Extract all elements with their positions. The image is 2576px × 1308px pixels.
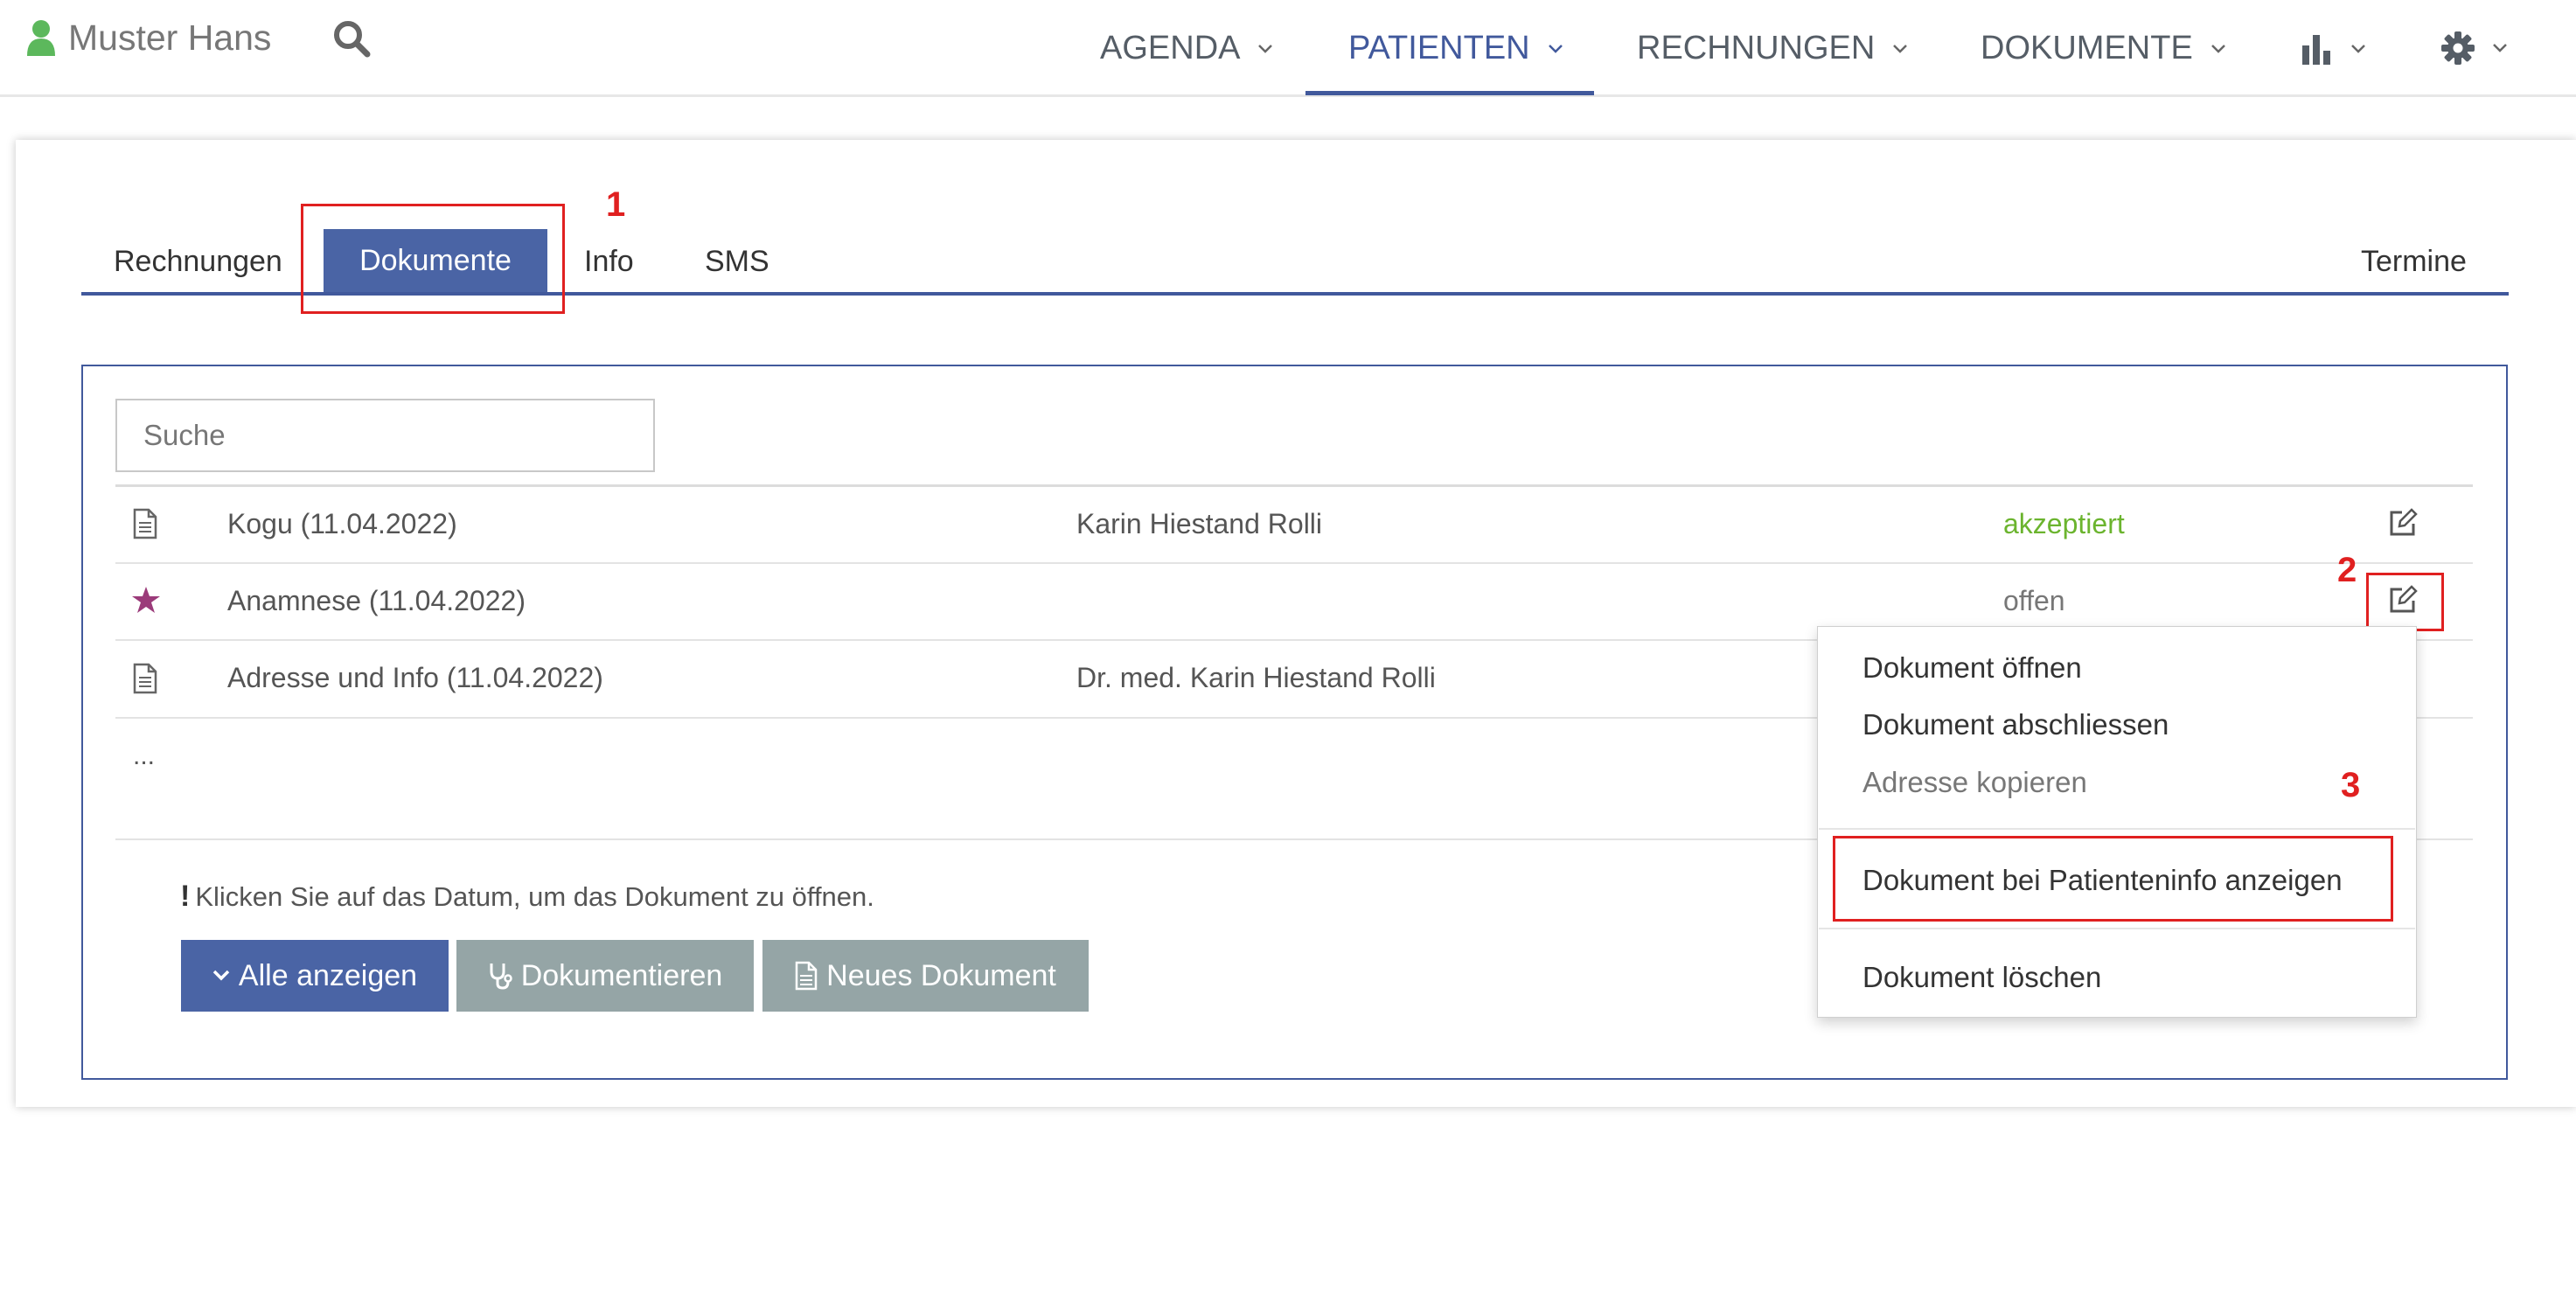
chevron-down-icon [212, 970, 230, 981]
annotation-box-2 [2366, 573, 2444, 631]
row-divider [115, 562, 2473, 564]
file-icon [795, 961, 818, 991]
nav-rechnungen-label: RECHNUNGEN [1637, 30, 1876, 66]
menu-divider [1819, 928, 2415, 929]
star-icon [132, 587, 160, 613]
bar-chart-icon [2302, 35, 2330, 65]
context-menu [1817, 626, 2417, 1018]
hint-message: Klicken Sie auf das Datum, um das Dokume… [195, 881, 874, 912]
document-author: Karin Hiestand Rolli [1076, 508, 1323, 539]
document-title[interactable]: Adresse und Info (11.04.2022) [227, 662, 603, 694]
annotation-box-1 [301, 204, 565, 314]
annotation-number-2: 2 [2337, 551, 2357, 589]
tab-termine[interactable]: Termine [2361, 245, 2467, 279]
user-name[interactable]: Muster Hans [68, 17, 271, 59]
top-navbar: Muster Hans AGENDA PATIENTEN RECHNUNGEN … [0, 0, 2576, 97]
search-icon[interactable] [332, 19, 371, 58]
annotation-number-1: 1 [606, 185, 626, 224]
tab-info[interactable]: Info [584, 245, 634, 279]
menu-item-open-document[interactable]: Dokument öffnen [1862, 651, 2082, 685]
chevron-down-icon [2351, 45, 2365, 53]
nav-patienten[interactable]: PATIENTEN [1348, 30, 1563, 67]
annotation-number-3: 3 [2341, 766, 2361, 804]
document-status: akzeptiert [2003, 508, 2125, 539]
hint-text: ! Klicken Sie auf das Datum, um das Dokum… [180, 880, 874, 914]
nav-dokumente[interactable]: DOKUMENTE [1981, 30, 2226, 67]
document-status: offen [2003, 585, 2065, 616]
chevron-down-icon [1548, 44, 1563, 53]
chevron-down-icon [2210, 44, 2225, 53]
nav-agenda-label: AGENDA [1100, 30, 1241, 66]
search-input[interactable] [115, 399, 655, 472]
new-document-label: Neues Dokument [826, 958, 1056, 992]
stethoscope-icon [490, 964, 512, 990]
document-title[interactable]: Anamnese (11.04.2022) [227, 585, 526, 617]
nav-settings[interactable] [2441, 31, 2508, 65]
nav-agenda[interactable]: AGENDA [1100, 30, 1273, 67]
nav-statistics[interactable] [2301, 33, 2366, 65]
document-title[interactable]: Kogu (11.04.2022) [227, 508, 457, 540]
table-top-divider [115, 484, 2473, 487]
annotation-box-3 [1833, 836, 2393, 922]
chevron-down-icon [1893, 44, 1908, 53]
active-nav-underline [1305, 91, 1594, 95]
document-icon [133, 508, 157, 539]
menu-item-copy-address: Adresse kopieren [1862, 766, 2087, 798]
nav-dokumente-label: DOKUMENTE [1981, 30, 2193, 66]
more-indicator: ... [133, 741, 156, 770]
nav-rechnungen[interactable]: RECHNUNGEN [1637, 30, 1908, 67]
exclamation-icon: ! [180, 880, 191, 913]
menu-item-close-document[interactable]: Dokument abschliessen [1862, 708, 2169, 741]
document-button[interactable]: Dokumentieren [456, 940, 754, 1012]
document-icon [133, 663, 157, 694]
user-icon [27, 20, 55, 56]
menu-item-delete-document[interactable]: Dokument löschen [1862, 961, 2101, 994]
document-button-label: Dokumentieren [520, 958, 723, 992]
show-all-button[interactable]: Alle anzeigen [181, 940, 449, 1012]
nav-patienten-label: PATIENTEN [1348, 30, 1530, 66]
tab-rechnungen[interactable]: Rechnungen [114, 245, 282, 279]
document-author: Dr. med. Karin Hiestand Rolli [1076, 662, 1436, 693]
chevron-down-icon [1258, 44, 1273, 53]
show-all-label: Alle anzeigen [238, 958, 418, 992]
edit-icon[interactable] [2388, 508, 2418, 538]
chevron-down-icon [2493, 44, 2507, 52]
gear-icon [2441, 31, 2475, 65]
tab-sms[interactable]: SMS [705, 245, 769, 279]
menu-divider [1819, 828, 2415, 830]
new-document-button[interactable]: Neues Dokument [762, 940, 1089, 1012]
